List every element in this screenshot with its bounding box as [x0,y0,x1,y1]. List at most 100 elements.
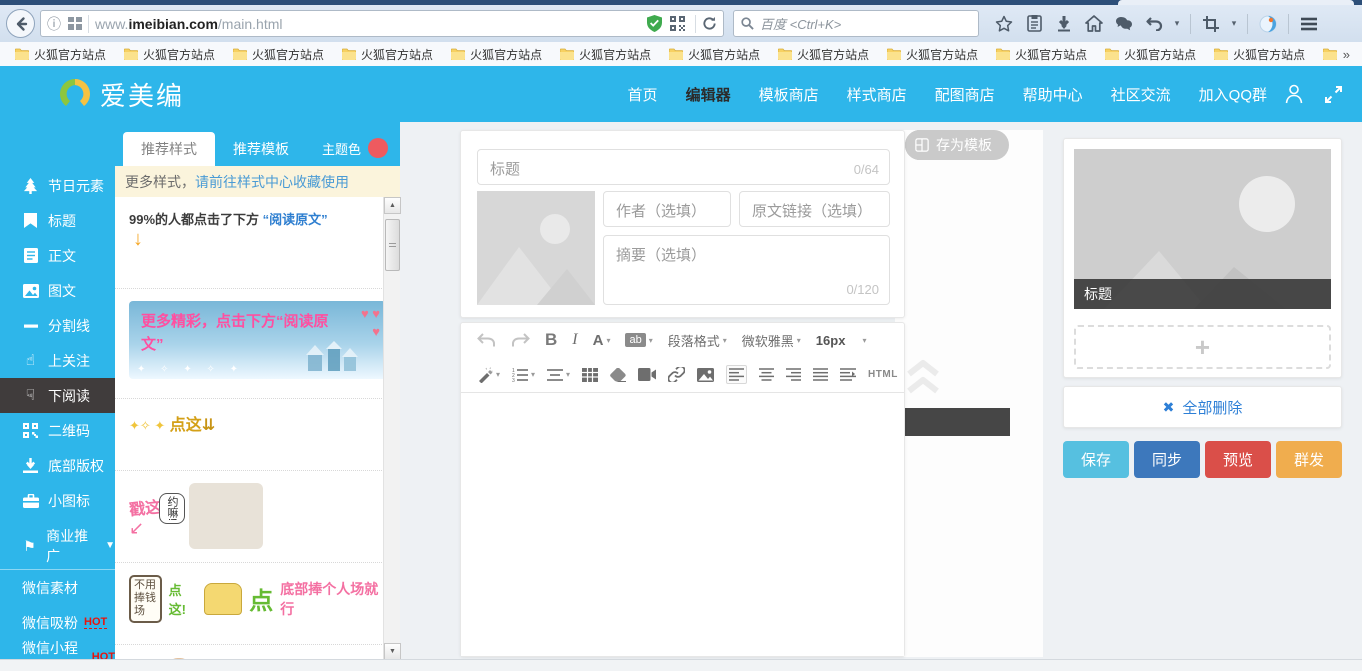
italic-button[interactable]: I [572,331,577,349]
paragraph-format-dropdown[interactable]: 段落格式▾ [668,331,727,350]
bookmark-folder[interactable]: 火狐官方站点 [878,43,987,65]
style-item-poke-here[interactable]: 戳这里 ↙ 约嘛! [115,471,400,563]
bookmark-folder[interactable]: 火狐官方站点 [1205,43,1314,65]
ordered-list-icon[interactable]: 123 ▾ [512,368,535,382]
undo-dropdown-caret[interactable]: ▾ [1171,18,1183,29]
sidebar-link[interactable]: 微信吸粉 HOT [0,605,115,640]
article-card[interactable]: 标题 + [1063,138,1342,378]
chat-icon[interactable] [1111,11,1137,37]
sidebar-link[interactable]: 微信素材 [0,570,115,605]
align-justify-button[interactable] [813,368,828,381]
style-item-read-original[interactable]: 99%的人都点击了下方 “阅读原文” ↓ [115,197,400,289]
sidebar-item[interactable]: 分割线 [0,308,115,343]
sidebar-link[interactable]: 微信小程序 HOT [0,640,115,659]
sidebar-item[interactable]: 二维码 [0,413,115,448]
theme-color-swatch[interactable] [368,138,388,158]
bookmarks-panel-icon[interactable] [1021,11,1047,37]
style-item-winter-banner[interactable]: 更多精彩，点击下方“阅读原文” ♥ ♥ ♥ ✦ ✧ ✦ ✧ ✦ [115,289,400,399]
sidebar-item[interactable]: 节日元素 [0,168,115,203]
align-center-button[interactable] [759,368,774,381]
crop-dropdown-caret[interactable]: ▾ [1228,18,1240,29]
title-input[interactable]: 标题 0/64 [477,149,890,185]
format-brush-icon[interactable]: ▾ [477,367,500,383]
sidebar-item[interactable]: ☟ 下阅读 [0,378,115,413]
editor-canvas[interactable] [461,394,904,656]
app-logo[interactable]: 爱美编 [58,76,184,113]
align-left-button[interactable] [726,365,747,384]
style-tab[interactable]: 推荐样式 [123,132,215,166]
article-cover-placeholder[interactable]: 标题 [1074,149,1331,309]
action-button[interactable]: 群发 [1276,441,1342,478]
cover-image-placeholder[interactable] [477,191,595,305]
action-button[interactable]: 同步 [1134,441,1200,478]
sidebar-item[interactable]: 底部版权 [0,448,115,483]
bookmark-folder[interactable]: 火狐官方站点 [6,43,115,65]
bookmark-folder[interactable]: 火狐官方站点 [769,43,878,65]
undo-icon[interactable] [477,333,496,347]
font-color-button[interactable]: A▾ [593,332,611,349]
block-tool-button[interactable]: 存为模板 [905,130,1006,160]
url-text[interactable]: www.imeibian.com/main.html [95,16,643,32]
eraser-icon[interactable] [610,368,626,382]
notice-link[interactable]: 请前往样式中心收藏使用 [195,172,349,192]
bookmarks-overflow-chevron[interactable]: » [1337,47,1356,62]
nav-item[interactable]: 加入QQ群 [1199,84,1267,105]
bookmark-folder[interactable]: 火狐官方站点 [551,43,660,65]
insert-image-icon[interactable] [697,368,714,382]
bookmark-folder[interactable]: 火狐官方站点 [224,43,333,65]
site-identity-icon[interactable] [68,17,82,30]
bookmark-folder[interactable]: 火狐官方站点 [333,43,442,65]
style-item-gold-sparkle[interactable]: ✦✧ ✦ 点这⇊ [115,399,400,471]
bookmark-folder[interactable]: 火狐官方站点 [660,43,769,65]
theme-color-control[interactable]: 主题色 [322,138,388,158]
user-account-icon[interactable] [1285,84,1303,104]
sidebar-item[interactable]: 正文 [0,238,115,273]
author-input[interactable]: 作者（选填） [603,191,731,227]
search-input[interactable]: 百度 <Ctrl+K> [733,10,979,37]
style-list-scrollbar[interactable]: ▲ ▼ [383,197,400,660]
screenshot-crop-icon[interactable] [1198,11,1224,37]
url-bar[interactable]: ⓘ www.imeibian.com/main.html [40,10,724,37]
scroll-up-button[interactable]: ▲ [384,197,401,214]
bookmark-star-icon[interactable] [991,11,1017,37]
downloads-icon[interactable] [1051,11,1077,37]
delete-all-button[interactable]: ✖ 全部删除 [1063,386,1342,428]
collapse-chevrons-icon[interactable] [905,358,941,398]
add-article-button[interactable]: + [1074,325,1331,369]
info-icon[interactable]: ⓘ [47,14,61,34]
undo-icon[interactable] [1141,11,1167,37]
sidebar-item[interactable]: 小图标 [0,483,115,518]
nav-item[interactable]: 模板商店 [759,84,819,105]
qr-extension-icon[interactable] [670,16,685,31]
action-button[interactable]: 预览 [1205,441,1271,478]
table-icon[interactable] [582,368,598,382]
fullscreen-icon[interactable] [1325,86,1342,103]
sidebar-item[interactable]: ⚑ 商业推广 ▼ [0,528,115,563]
source-link-input[interactable]: 原文链接（选填） [739,191,890,227]
horizontal-scrollbar[interactable] [0,659,1362,671]
summary-textarea[interactable]: 摘要（选填） 0/120 [603,235,890,305]
nav-item[interactable]: 配图商店 [935,84,995,105]
bold-button[interactable]: B [545,330,557,350]
sidebar-item[interactable]: ☝ 上关注 [0,343,115,378]
shield-icon[interactable] [647,15,662,32]
nav-item[interactable]: 帮助中心 [1023,84,1083,105]
bookmark-folder[interactable]: 火狐官方站点 [1096,43,1205,65]
bookmark-folder[interactable]: 火狐官方站点 [115,43,224,65]
video-icon[interactable] [638,368,656,381]
home-icon[interactable] [1081,11,1107,37]
align-right-button[interactable] [786,368,801,381]
highlight-color-button[interactable]: ab▾ [625,333,652,347]
style-tab[interactable]: 推荐模板 [215,132,307,166]
scrollbar-thumb[interactable] [385,219,400,271]
style-item-support[interactable]: 不用捧钱场 点这! 点 底部捧个人场就行 [115,563,400,645]
bookmark-folder[interactable]: 火狐官方站点 [987,43,1096,65]
reload-icon[interactable] [702,16,717,31]
nav-item[interactable]: 社区交流 [1111,84,1171,105]
nav-item[interactable]: 样式商店 [847,84,907,105]
line-spacing-icon[interactable]: ▾ [547,368,570,382]
link-icon[interactable] [668,367,685,382]
sidebar-item[interactable]: 图文 [0,273,115,308]
back-button[interactable] [6,9,35,38]
html-source-button[interactable]: HTML [868,369,898,380]
